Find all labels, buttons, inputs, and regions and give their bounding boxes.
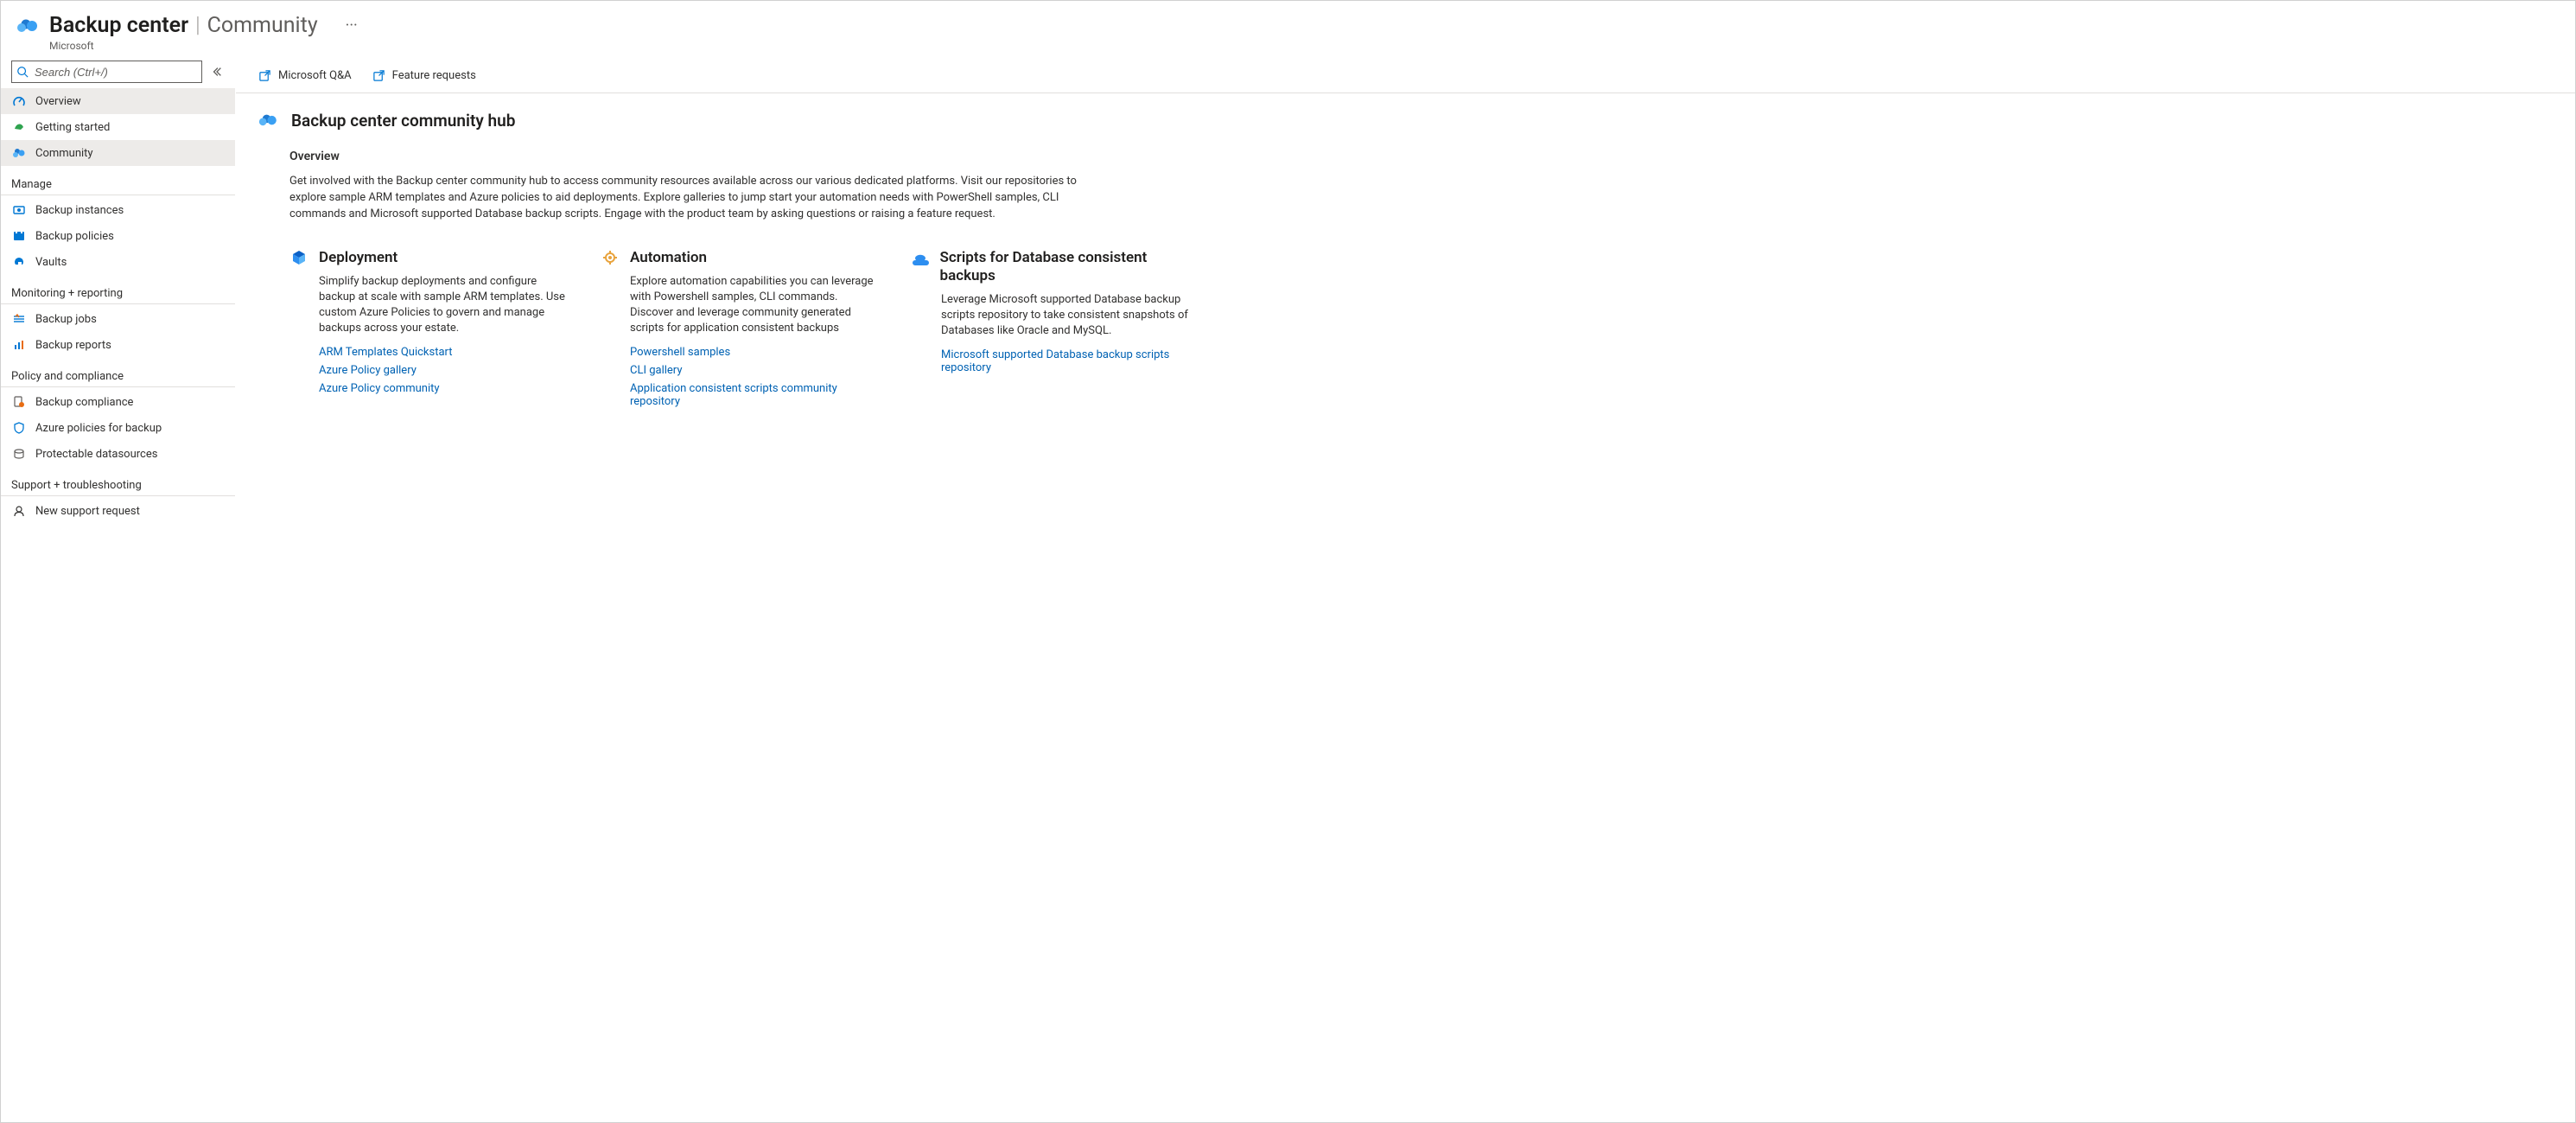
nav-item-getting-started[interactable]: Getting started [1, 114, 235, 140]
overview-heading: Overview [289, 150, 2553, 163]
nav-item-backup-policies[interactable]: Backup policies [1, 223, 235, 249]
link-azure-policy-community[interactable]: Azure Policy community [319, 382, 566, 395]
hub-title: Backup center community hub [291, 111, 515, 131]
scripts-db-icon [912, 249, 930, 266]
card-title: Scripts for Database consistent backups [940, 249, 1188, 286]
nav-item-overview[interactable]: Overview [1, 88, 235, 114]
vaults-icon [11, 254, 27, 270]
toolbar-label: Feature requests [392, 69, 476, 82]
nav-item-backup-instances[interactable]: Backup instances [1, 197, 235, 223]
app-root: Backup center | Community ··· Microsoft [0, 0, 2576, 1123]
hub-header: Backup center community hub [258, 111, 2553, 131]
nav-item-backup-jobs[interactable]: Backup jobs [1, 306, 235, 332]
header-titles: Backup center | Community ··· Microsoft [49, 13, 358, 52]
link-arm-templates[interactable]: ARM Templates Quickstart [319, 346, 566, 359]
collapse-sidebar-button[interactable] [209, 64, 225, 80]
nav-label: Azure policies for backup [35, 422, 162, 435]
deployment-icon [289, 249, 308, 266]
nav-item-new-support-request[interactable]: New support request [1, 498, 235, 524]
support-icon [11, 503, 27, 519]
compliance-icon [11, 394, 27, 410]
nav-section-manage: Manage [1, 166, 235, 195]
link-azure-policy-gallery[interactable]: Azure Policy gallery [319, 364, 566, 377]
nav-section-monitoring: Monitoring + reporting [1, 275, 235, 304]
azure-policies-icon [11, 420, 27, 436]
sidebar: Overview Getting started Community Manag… [1, 57, 235, 1122]
nav-label: New support request [35, 505, 140, 518]
backup-policies-icon [11, 228, 27, 244]
community-icon [11, 145, 27, 161]
feature-requests-button[interactable]: Feature requests [372, 69, 476, 82]
external-link-icon [372, 69, 385, 82]
toolbar: Microsoft Q&A Feature requests [236, 57, 2575, 93]
external-link-icon [258, 69, 271, 82]
nav-item-backup-compliance[interactable]: Backup compliance [1, 389, 235, 415]
service-name: Microsoft [49, 40, 358, 52]
more-actions-button[interactable]: ··· [346, 16, 358, 35]
title-separator: | [195, 13, 200, 38]
card-desc: Explore automation capabilities you can … [630, 274, 877, 337]
overview-block: Overview Get involved with the Backup ce… [289, 150, 2553, 223]
card-deployment: Deployment Simplify backup deployments a… [289, 249, 566, 395]
getting-started-icon [11, 119, 27, 135]
overview-icon [11, 93, 27, 109]
nav: Overview Getting started Community Manag… [1, 88, 235, 1122]
page-title: Backup center [49, 13, 188, 38]
search-input[interactable] [11, 61, 202, 83]
link-app-consistent-scripts[interactable]: Application consistent scripts community… [630, 382, 877, 408]
search-icon [16, 66, 29, 78]
nav-item-vaults[interactable]: Vaults [1, 249, 235, 275]
search-box [11, 61, 202, 83]
page-header: Backup center | Community ··· Microsoft [1, 1, 2575, 57]
nav-label: Backup policies [35, 230, 114, 243]
backup-center-icon [15, 16, 44, 37]
community-hub-icon [258, 112, 281, 131]
nav-item-backup-reports[interactable]: Backup reports [1, 332, 235, 358]
card-desc: Leverage Microsoft supported Database ba… [941, 292, 1188, 340]
microsoft-qa-button[interactable]: Microsoft Q&A [258, 69, 352, 82]
nav-item-azure-policies[interactable]: Azure policies for backup [1, 415, 235, 441]
nav-label: Community [35, 147, 93, 160]
nav-label: Backup jobs [35, 313, 97, 326]
card-title: Deployment [319, 249, 398, 267]
nav-label: Getting started [35, 121, 110, 134]
link-db-backup-scripts-repo[interactable]: Microsoft supported Database backup scri… [941, 348, 1188, 374]
main-content: Microsoft Q&A Feature requests [235, 57, 2575, 1122]
card-automation: Automation Explore automation capabiliti… [601, 249, 877, 408]
backup-instances-icon [11, 202, 27, 218]
automation-icon [601, 249, 620, 266]
nav-item-community[interactable]: Community [1, 140, 235, 166]
nav-label: Backup reports [35, 339, 111, 352]
backup-jobs-icon [11, 311, 27, 327]
nav-label: Vaults [35, 256, 67, 269]
nav-item-protectable-datasources[interactable]: Protectable datasources [1, 441, 235, 467]
cards-row: Deployment Simplify backup deployments a… [289, 249, 2553, 408]
page-subtitle: Community [207, 13, 318, 38]
nav-section-policy: Policy and compliance [1, 358, 235, 387]
nav-section-support: Support + troubleshooting [1, 467, 235, 496]
nav-label: Backup instances [35, 204, 124, 217]
nav-label: Overview [35, 95, 81, 108]
link-cli-gallery[interactable]: CLI gallery [630, 364, 877, 377]
datasources-icon [11, 446, 27, 462]
toolbar-label: Microsoft Q&A [278, 69, 352, 82]
card-title: Automation [630, 249, 707, 267]
nav-label: Backup compliance [35, 396, 133, 409]
link-powershell-samples[interactable]: Powershell samples [630, 346, 877, 359]
backup-reports-icon [11, 337, 27, 353]
card-desc: Simplify backup deployments and configur… [319, 274, 566, 337]
card-db-scripts: Scripts for Database consistent backups … [912, 249, 1188, 374]
nav-label: Protectable datasources [35, 448, 157, 461]
overview-text: Get involved with the Backup center comm… [289, 174, 1110, 223]
